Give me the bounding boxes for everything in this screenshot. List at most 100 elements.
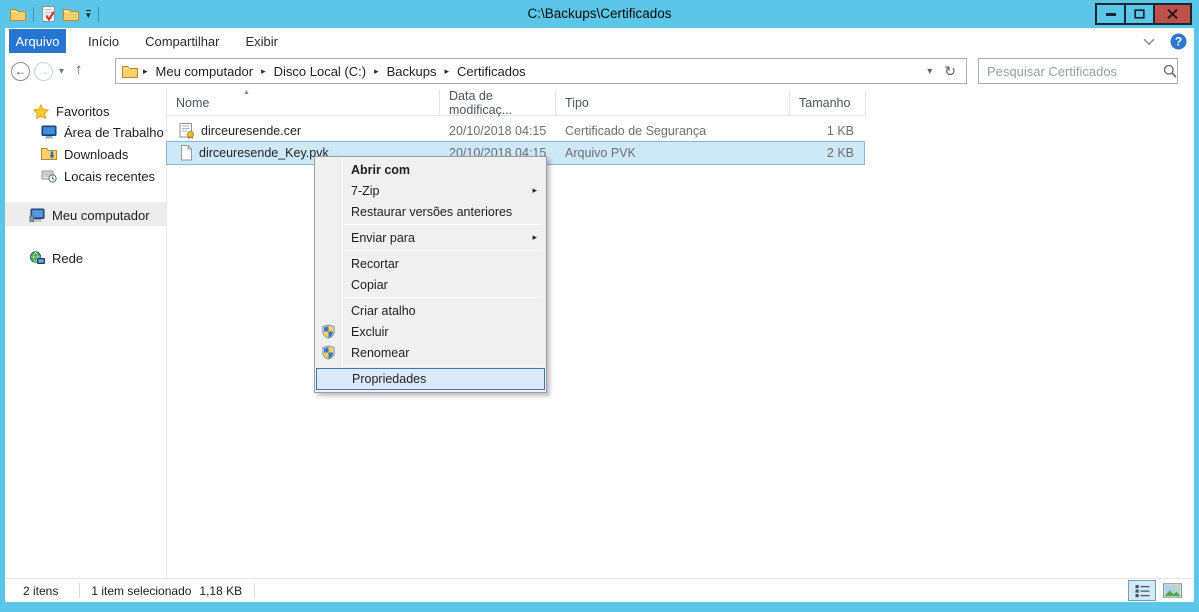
search-box	[978, 58, 1178, 84]
menu-item-7zip[interactable]: 7-Zip ▸	[315, 180, 546, 201]
uac-shield-icon	[321, 345, 336, 363]
breadcrumb-arrow-icon: ▸	[442, 66, 453, 77]
column-header-data[interactable]: Data de modificaç...	[440, 90, 556, 116]
file-size: 1 KB	[790, 124, 864, 138]
breadcrumb-arrow-icon: ▸	[140, 66, 151, 77]
toolbar-separator	[33, 7, 34, 22]
tab-exibir[interactable]: Exibir	[246, 34, 279, 49]
selection-size: 1,18 KB	[199, 584, 242, 598]
column-header-tamanho[interactable]: Tamanho	[790, 90, 866, 116]
refresh-icon[interactable]: ↻	[944, 63, 956, 80]
sort-ascending-icon[interactable]: ▲	[243, 89, 250, 96]
properties-shortcut-icon[interactable]	[41, 6, 56, 23]
sidebar-item-label: Meu computador	[52, 208, 150, 223]
status-bar: 2 itens 1 item selecionado 1,18 KB	[5, 578, 1194, 602]
file-row-cer[interactable]: dirceuresende.cer 20/10/2018 04:15 Certi…	[167, 120, 864, 142]
breadcrumb-item-disco-local[interactable]: Disco Local (C:)	[269, 64, 371, 79]
details-view-icon	[1135, 584, 1150, 598]
generic-file-icon	[179, 145, 193, 161]
menu-item-restaurar-versoes[interactable]: Restaurar versões anteriores	[315, 201, 546, 222]
back-icon: ←	[15, 64, 27, 78]
up-button[interactable]: ↑	[75, 61, 83, 78]
close-icon	[1167, 9, 1178, 19]
toolbar-separator	[98, 7, 99, 22]
up-icon: ↑	[75, 61, 83, 78]
menu-item-recortar[interactable]: Recortar	[315, 253, 546, 274]
window-border-bottom	[0, 602, 1199, 612]
close-button[interactable]	[1153, 3, 1192, 25]
menu-item-label: Restaurar versões anteriores	[351, 205, 512, 219]
menu-separator	[344, 297, 543, 298]
window-controls	[1097, 3, 1192, 25]
file-modified: 20/10/2018 04:15	[440, 124, 556, 138]
menu-item-label: Copiar	[351, 278, 388, 292]
expand-ribbon-chevron-icon[interactable]	[1143, 38, 1155, 46]
svg-text:?: ?	[1175, 35, 1182, 49]
sidebar-item-locais-recentes[interactable]: Locais recentes	[41, 166, 155, 186]
recent-locations-chevron-icon[interactable]: ▾	[59, 66, 64, 77]
navigation-bar: ← → ▾ ↑ ▸ Meu computador ▸ Disco Local (…	[5, 54, 1194, 88]
maximize-icon	[1134, 9, 1145, 19]
column-header-tipo[interactable]: Tipo	[556, 90, 790, 116]
sidebar-item-meu-computador[interactable]: Meu computador	[29, 205, 150, 225]
maximize-button[interactable]	[1124, 3, 1155, 25]
customize-qat-chevron-icon[interactable]: ▾	[86, 10, 91, 19]
sidebar-item-rede[interactable]: Rede	[29, 248, 83, 268]
menu-item-label: 7-Zip	[351, 184, 379, 198]
breadcrumb-item-backups[interactable]: Backups	[382, 64, 442, 79]
minimize-icon	[1106, 13, 1116, 16]
sidebar-item-area-de-trabalho[interactable]: Área de Trabalho	[41, 122, 164, 142]
selection-count: 1 item selecionado	[91, 584, 191, 598]
new-folder-icon[interactable]	[63, 8, 79, 21]
breadcrumb-item-computer[interactable]: Meu computador	[151, 64, 259, 79]
window-border-left	[0, 28, 5, 612]
menu-item-label: Propriedades	[352, 372, 426, 386]
menu-item-label: Enviar para	[351, 231, 415, 245]
tab-compartilhar[interactable]: Compartilhar	[145, 34, 219, 49]
search-icon[interactable]	[1163, 64, 1185, 78]
submenu-arrow-icon: ▸	[532, 232, 537, 243]
menu-separator	[344, 365, 543, 366]
sidebar-item-favoritos[interactable]: Favoritos	[33, 101, 109, 121]
breadcrumb-item-certificados[interactable]: Certificados	[452, 64, 531, 79]
menu-item-copiar[interactable]: Copiar	[315, 274, 546, 295]
tab-inicio[interactable]: Início	[88, 34, 119, 49]
thumbnail-view-icon	[1163, 583, 1182, 598]
help-icon[interactable]: ?	[1170, 33, 1187, 50]
uac-shield-icon	[321, 324, 336, 342]
menu-separator	[344, 250, 543, 251]
file-name: dirceuresende_Key.pvk	[199, 146, 329, 160]
recent-places-icon	[41, 169, 57, 183]
menu-item-label: Excluir	[351, 325, 389, 339]
forward-icon: →	[38, 64, 50, 78]
address-dropdown-chevron-icon[interactable]: ▾	[927, 66, 932, 77]
menu-item-label: Renomear	[351, 346, 409, 360]
menu-item-propriedades[interactable]: Propriedades	[316, 368, 545, 390]
breadcrumb-folder-icon	[122, 65, 140, 78]
tab-arquivo[interactable]: Arquivo	[9, 29, 66, 53]
menu-item-excluir[interactable]: Excluir	[315, 321, 546, 342]
column-header-nome[interactable]: Nome	[167, 90, 440, 116]
menu-item-label: Recortar	[351, 257, 399, 271]
window-title: C:\Backups\Certificados	[0, 0, 1199, 28]
forward-button[interactable]: →	[34, 62, 53, 81]
quick-access-toolbar: ▾	[0, 6, 99, 23]
file-name: dirceuresende.cer	[201, 124, 301, 138]
menu-item-renomear[interactable]: Renomear	[315, 342, 546, 363]
thumbnail-view-button[interactable]	[1160, 582, 1184, 599]
details-view-button[interactable]	[1128, 580, 1156, 601]
menu-item-criar-atalho[interactable]: Criar atalho	[315, 300, 546, 321]
breadcrumb-arrow-icon: ▸	[258, 66, 269, 77]
menu-item-enviar-para[interactable]: Enviar para ▸	[315, 227, 546, 248]
search-input[interactable]	[979, 64, 1163, 79]
explorer-folder-icon	[10, 8, 26, 21]
menu-item-abrir-com[interactable]: Abrir com	[315, 159, 546, 180]
title-bar: ▾ C:\Backups\Certificados	[0, 0, 1199, 28]
sidebar-item-downloads[interactable]: Downloads	[41, 144, 128, 164]
minimize-button[interactable]	[1095, 3, 1126, 25]
breadcrumb-arrow-icon: ▸	[371, 66, 382, 77]
address-bar[interactable]: ▸ Meu computador ▸ Disco Local (C:) ▸ Ba…	[115, 58, 967, 84]
back-button[interactable]: ←	[11, 62, 30, 81]
sidebar-item-label: Rede	[52, 251, 83, 266]
items-count: 2 itens	[23, 584, 58, 598]
